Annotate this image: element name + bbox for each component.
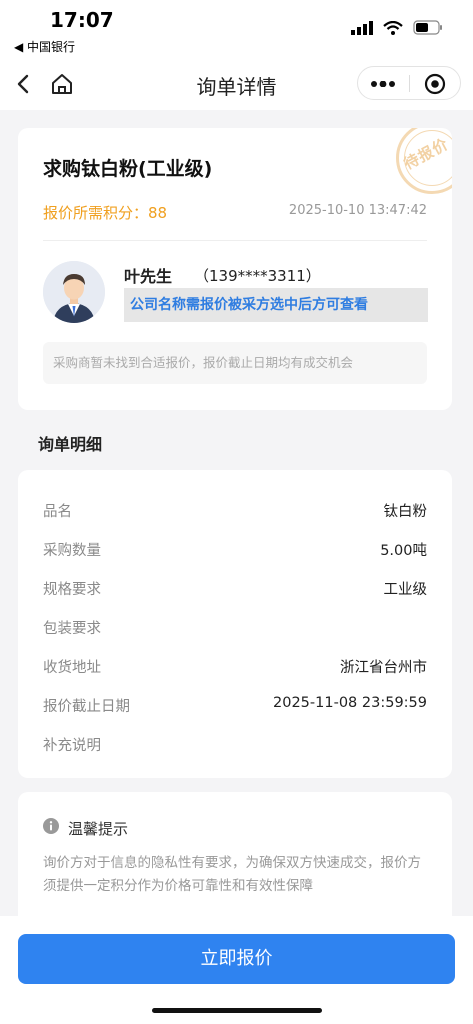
back-to-app-link[interactable]: ◀ 中国银行 [14, 38, 75, 55]
buyer-name: 叶先生 [124, 267, 173, 286]
close-miniprogram-icon[interactable] [424, 73, 446, 95]
quote-hint: 采购商暂未找到合适报价，报价截止日期均有成交机会 [43, 342, 427, 384]
company-hidden-notice: 公司名称需报价被采方选中后方可查看 [124, 288, 428, 322]
product-title: 求购钛白粉(工业级) [43, 158, 213, 180]
wifi-icon [383, 20, 403, 35]
quote-now-button[interactable]: 立即报价 [18, 934, 455, 984]
info-icon [43, 818, 59, 834]
tips-card: 温馨提示 询价方对于信息的隐私性有要求，为确保双方快速成交，报价方须提供一定积分… [18, 792, 452, 932]
detail-row: 补充说明 [43, 734, 427, 756]
detail-value: 2025-11-08 23:59:59 [273, 695, 427, 711]
section-title: 询单明细 [38, 435, 103, 454]
detail-value: 5.00吨 [380, 543, 427, 559]
battery-icon [413, 20, 442, 35]
detail-value: 工业级 [383, 582, 428, 598]
detail-label: 补充说明 [43, 738, 101, 754]
cellular-signal-icon [351, 20, 373, 35]
tips-title: 温馨提示 [68, 820, 129, 838]
detail-label: 规格要求 [43, 582, 101, 598]
capsule-divider [409, 75, 410, 92]
nav-bar: 询单详情 [0, 58, 473, 110]
divider [43, 240, 427, 241]
status-bar: 17:07 ◀ 中国银行 [0, 0, 473, 58]
tips-text: 询价方对于信息的隐私性有要求，为确保双方快速成交，报价方须提供一定积分作为价格可… [43, 855, 421, 894]
detail-row: 采购数量 5.00吨 [43, 539, 427, 561]
avatar [43, 261, 105, 323]
system-icons [351, 20, 443, 35]
detail-row: 规格要求 工业级 [43, 578, 427, 600]
user-avatar-icon [43, 261, 105, 323]
inquiry-summary-card: 待报价 求购钛白粉(工业级) 报价所需积分：88 2025-10-10 13:4… [18, 128, 452, 410]
detail-value: 钛白粉 [383, 504, 428, 520]
detail-label: 收货地址 [43, 660, 101, 676]
post-date: 2025-10-10 13:47:42 [288, 203, 427, 218]
miniprogram-capsule [357, 66, 461, 100]
pending-quote-stamp: 待报价 [396, 128, 452, 194]
detail-label: 品名 [43, 504, 72, 520]
detail-row: 收货地址 浙江省台州市 [43, 656, 427, 678]
detail-row: 包装要求 [43, 617, 427, 639]
footer-bar: 立即报价 [0, 916, 473, 1024]
detail-value: 浙江省台州市 [340, 660, 427, 676]
required-points: 报价所需积分：88 [43, 204, 168, 222]
detail-row: 品名 钛白粉 [43, 500, 427, 522]
clock: 17:07 [50, 8, 114, 32]
detail-label: 包装要求 [43, 621, 101, 637]
inquiry-details-card: 品名 钛白粉 采购数量 5.00吨 规格要求 工业级 包装要求 收货地址 浙江省… [18, 470, 452, 778]
home-indicator[interactable] [152, 1008, 322, 1013]
more-options-icon[interactable] [371, 81, 395, 87]
buyer-phone: （139****3311） [194, 267, 321, 285]
detail-row: 报价截止日期 2025-11-08 23:59:59 [43, 695, 427, 717]
detail-label: 采购数量 [43, 543, 101, 559]
detail-label: 报价截止日期 [43, 699, 130, 715]
